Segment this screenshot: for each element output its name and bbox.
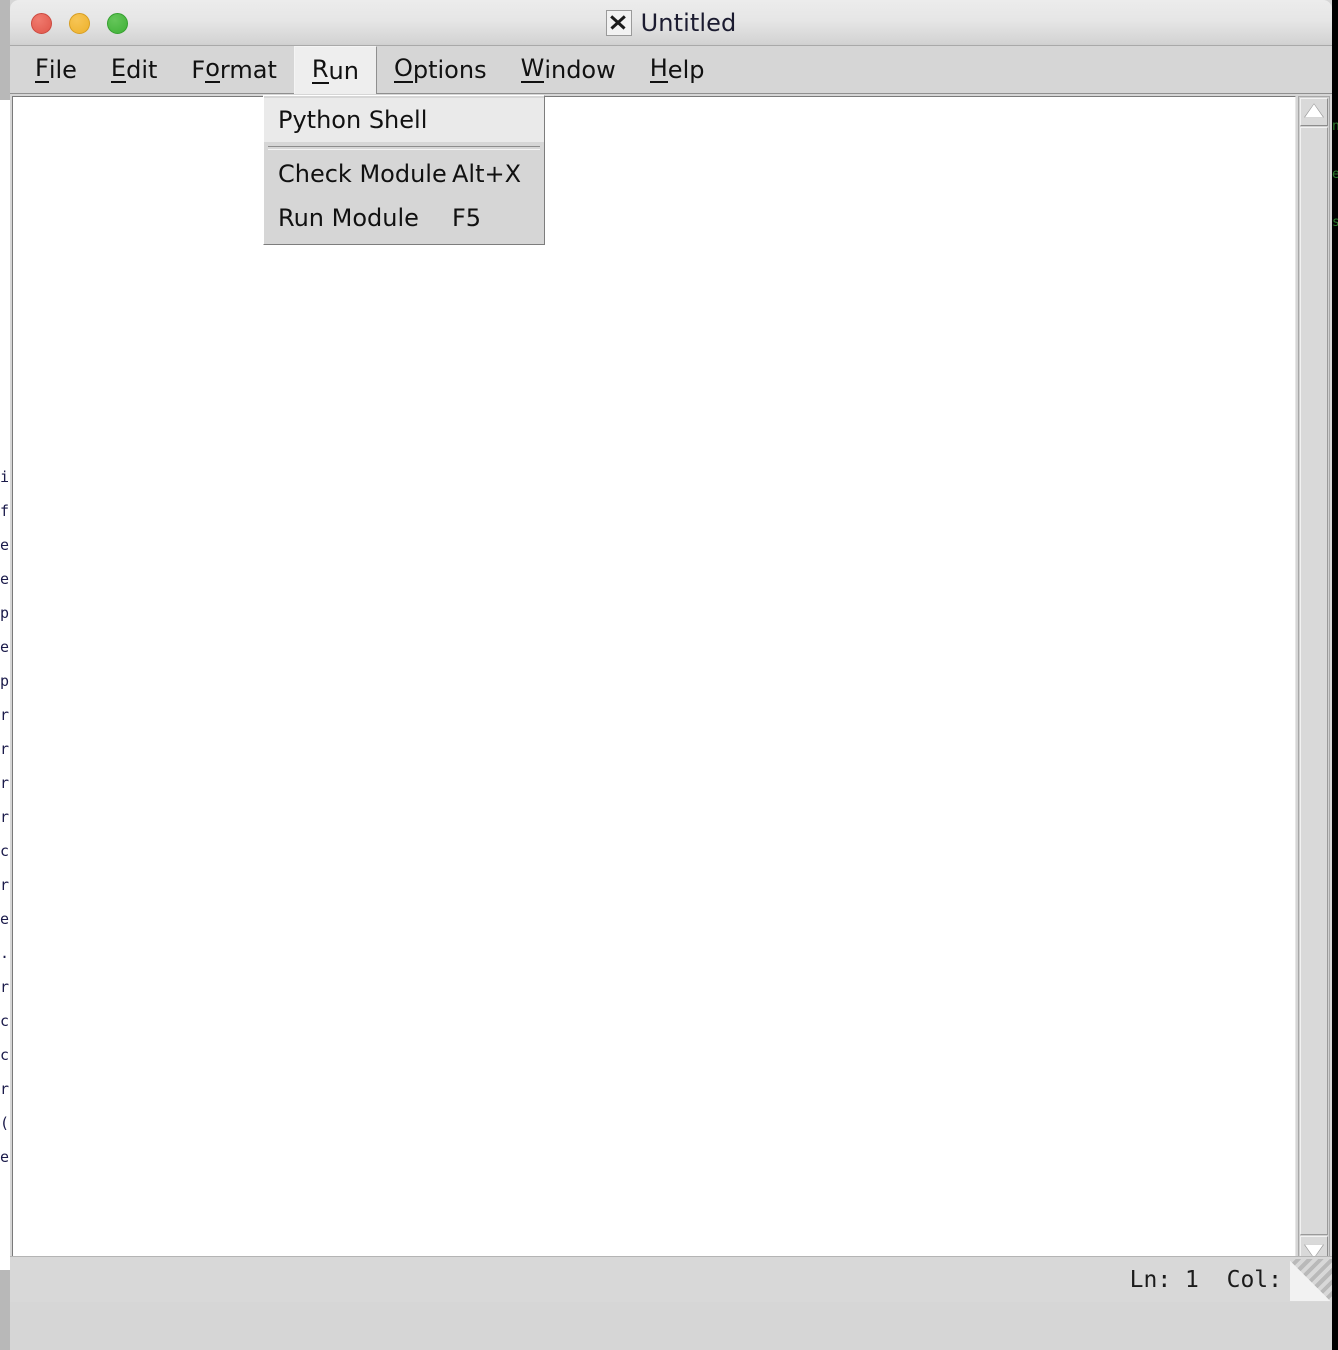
background-text-fragment: e [0, 572, 10, 587]
window-title-group: Untitled [10, 0, 1332, 46]
background-text-fragment: ( [0, 1116, 10, 1131]
run-dropdown-menu: Python Shell Check Module Alt+X Run Module F… [263, 95, 545, 245]
window-close-button[interactable] [31, 13, 52, 34]
menubar-item-label-pre: F [191, 55, 206, 84]
menu-item-label: Python Shell [278, 106, 428, 134]
menu-item-accelerator: Alt+X [452, 160, 522, 188]
background-text-fragment: c [0, 1048, 10, 1063]
background-text-fragment: e [0, 640, 10, 655]
background-text-fragment: r [0, 742, 10, 757]
menubar-item-help[interactable]: Help [633, 46, 722, 93]
background-text-fragment: n [1332, 120, 1338, 133]
background-text-fragment: s [1332, 216, 1338, 229]
window-title: Untitled [640, 9, 737, 37]
background-text-fragment: f [0, 504, 10, 519]
vertical-scrollbar[interactable] [1298, 96, 1330, 1266]
menubar-item-label-post: indow [544, 55, 616, 84]
background-window-sliver-left: i f e e p e p r r r r c r e. r c c r ( e [0, 0, 10, 1350]
menubar-item-mnemonic: O [393, 53, 413, 84]
background-text-fragment: r [0, 1082, 10, 1097]
background-text-fragment: e [0, 912, 10, 927]
menubar-item-options[interactable]: Options [377, 46, 504, 93]
menubar-item-mnemonic: R [311, 54, 329, 85]
background-text-fragment: r [0, 878, 10, 893]
menubar: File Edit Fo rmat Run Options Window Help [10, 46, 1332, 94]
menubar-item-label-post: ptions [412, 55, 487, 84]
menubar-item-label-post: dit [126, 55, 158, 84]
window-titlebar[interactable]: Untitled [10, 0, 1332, 46]
background-text-fragment: r [0, 810, 10, 825]
code-text-area[interactable] [12, 96, 1296, 1266]
background-text-fragment: c [0, 844, 10, 859]
background-text-fragment: r [0, 776, 10, 791]
menubar-item-mnemonic: F [35, 53, 49, 84]
menubar-item-format[interactable]: Fo rmat [174, 46, 293, 93]
background-window-sliver-right: n e s [1332, 0, 1338, 1350]
menu-item-label: Run Module [278, 204, 419, 232]
scrollbar-thumb[interactable] [1300, 127, 1328, 1235]
menubar-item-label-post: rmat [219, 55, 277, 84]
menubar-item-file[interactable]: File [18, 46, 94, 93]
menubar-item-label-post: ile [48, 55, 77, 84]
statusbar: Ln: 1 Col: [10, 1256, 1332, 1302]
scrollbar-up-button[interactable] [1300, 98, 1328, 126]
window-minimize-button[interactable] [69, 13, 90, 34]
idle-editor-window: Untitled File Edit Fo rmat Run Options Window H… [10, 0, 1332, 1350]
menubar-item-mnemonic: W [520, 53, 545, 84]
menubar-item-label-post: un [328, 56, 359, 85]
editor-body: Ln: 1 Col: [10, 94, 1332, 1302]
background-text-fragment: i [0, 470, 10, 485]
menubar-item-run[interactable]: Run [293, 46, 377, 94]
menu-separator [264, 142, 544, 152]
menu-item-run-module[interactable]: Run Module F5 [264, 196, 544, 240]
menubar-item-window[interactable]: Window [504, 46, 633, 93]
background-text-fragment: . [0, 946, 10, 961]
menubar-item-mnemonic: o [205, 53, 220, 84]
background-text-fragment: e [1332, 168, 1338, 181]
background-text-fragment: r [0, 980, 10, 995]
menubar-item-mnemonic: H [649, 53, 668, 84]
background-text-fragment: c [0, 1014, 10, 1029]
menu-item-accelerator: F5 [452, 204, 482, 232]
background-text-fragment: e [0, 1150, 10, 1165]
line-column-indicator: Ln: 1 Col: [1129, 1266, 1282, 1293]
background-text-fragment: p [0, 606, 10, 621]
menu-item-python-shell[interactable]: Python Shell [264, 98, 544, 142]
background-text-fragment: e [0, 538, 10, 553]
x11-app-icon [605, 10, 632, 36]
background-text-fragment: r [0, 708, 10, 723]
background-text-fragment: p [0, 674, 10, 689]
triangle-up-icon [1305, 104, 1323, 118]
desktop-background: i f e e p e p r r r r c r e. r c c r(e nes Untitled File E… [0, 0, 1338, 1350]
menu-item-label: Check Module [278, 160, 447, 188]
menubar-item-label-post: elp [667, 55, 705, 84]
window-maximize-button[interactable] [107, 13, 128, 34]
resize-grip-icon[interactable] [1290, 1258, 1332, 1301]
menubar-item-mnemonic: E [110, 53, 127, 84]
menubar-item-edit[interactable]: Edit [94, 46, 174, 93]
menu-item-check-module[interactable]: Check Module Alt+X [264, 152, 544, 196]
